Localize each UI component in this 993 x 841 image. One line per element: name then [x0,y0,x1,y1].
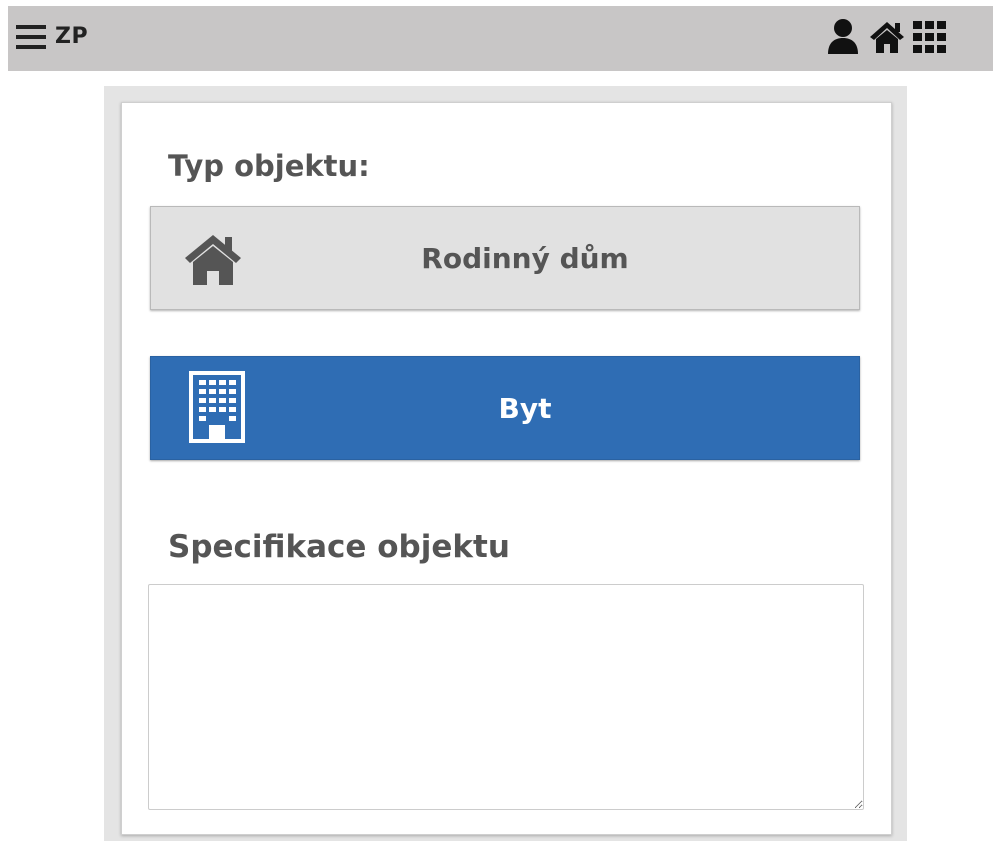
apps-grid-icon[interactable] [912,19,948,57]
menu-icon[interactable] [16,25,46,49]
home-icon[interactable] [868,18,906,56]
top-bar: ZP [8,6,993,71]
flat-option-button[interactable]: Byt [150,356,860,460]
spec-heading: Specifikace objektu [168,529,510,565]
house-option-label: Rodinný dům [421,242,629,275]
user-icon[interactable] [826,18,860,56]
app-name[interactable]: ZP [55,23,88,51]
type-heading: Typ objektu: [168,149,370,183]
object-form-card: Typ objektu: Rodinný dům Byt Specifikace… [121,102,892,835]
spec-textarea[interactable] [148,584,864,810]
flat-option-label: Byt [498,392,552,425]
house-option-button[interactable]: Rodinný dům [150,206,860,310]
